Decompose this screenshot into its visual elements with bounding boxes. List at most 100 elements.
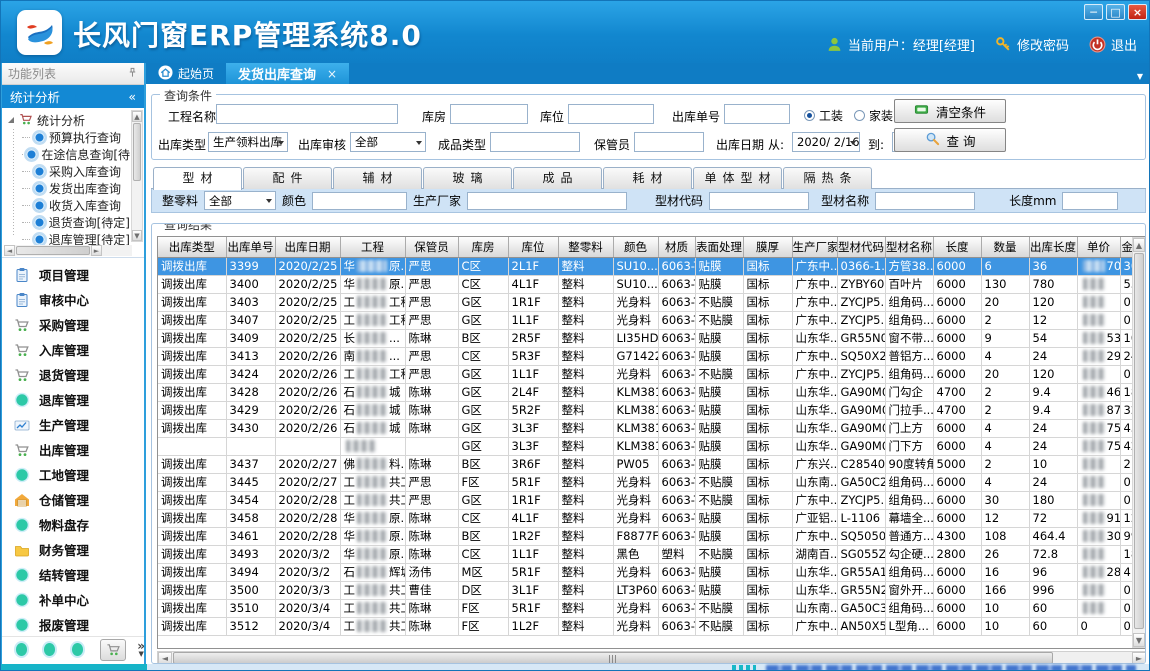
table-row[interactable]: 调拨出库35122020/3/4工共工程陈琳F区1L2F整料光身料6063-T5… — [158, 617, 1132, 635]
circle-icon[interactable] — [44, 643, 55, 656]
length-input[interactable] — [1062, 192, 1118, 210]
tab-shipment-outbound-query[interactable]: 发货出库查询 × — [226, 63, 349, 84]
sidebar-item-退库管理[interactable]: 退库管理 — [2, 387, 144, 412]
sidebar-item-出库管理[interactable]: 出库管理 — [2, 437, 144, 462]
col-color[interactable]: 颜色 — [613, 237, 658, 257]
table-row[interactable]: 调拨出库34132020/2/26南...严思C区5R3F整料G71422606… — [158, 347, 1132, 365]
sidebar-item-入库管理[interactable]: 入库管理 — [2, 337, 144, 362]
table-row[interactable]: 调拨出库34582020/2/28华原...陈琳C区4L1F整料光身料6063-… — [158, 509, 1132, 527]
table-row[interactable]: 调拨出库34452020/2/27工共工程严思F区5R1F整料光身料6063-T… — [158, 473, 1132, 491]
tree-horizontal-scrollbar[interactable]: ◄ ► — [4, 245, 132, 256]
scroll-right-icon[interactable]: ► — [91, 245, 102, 256]
circle-icon[interactable] — [16, 643, 27, 656]
col-keeper[interactable]: 保管员 — [405, 237, 458, 257]
tab-list-dropdown-icon[interactable]: ▼ — [1137, 72, 1143, 81]
col-warehouse[interactable]: 库房 — [458, 237, 508, 257]
tree-vertical-scrollbar[interactable]: ▲ ▼ — [131, 110, 143, 242]
profile-code-input[interactable] — [709, 192, 809, 210]
sidebar-item-补单中心[interactable]: 补单中心 — [2, 587, 144, 612]
scroll-left-icon[interactable]: ◄ — [4, 245, 15, 256]
material-tab-隔热条[interactable]: 隔热条 — [783, 167, 872, 189]
scroll-left-icon[interactable]: ◄ — [158, 652, 172, 664]
tree-item-在途信息查询[待[interactable]: 在途信息查询[待 — [22, 146, 130, 163]
change-password-button[interactable]: 修改密码 — [995, 35, 1069, 54]
col-material[interactable]: 材质 — [658, 237, 695, 257]
tree-item-发货出库查询[interactable]: 发货出库查询 — [22, 180, 130, 197]
table-row[interactable]: G区3L3F整料KLM38176063-T5贴膜国标山东华...GA90M09.… — [158, 437, 1132, 455]
table-row[interactable]: 调拨出库34092020/2/25长...陈琳B区2R5F整料LI35HD606… — [158, 329, 1132, 347]
sidebar-item-项目管理[interactable]: 项目管理 — [2, 262, 144, 287]
col-whole-part[interactable]: 整零料 — [558, 237, 613, 257]
col-manufacturer[interactable]: 生产厂家 — [792, 237, 837, 257]
material-tab-型材[interactable]: 型材 — [153, 167, 242, 190]
out-type-combo[interactable]: 生产领料出库 — [208, 132, 288, 152]
sidebar-item-财务管理[interactable]: 财务管理 — [2, 537, 144, 562]
audit-combo[interactable]: 全部 — [350, 132, 426, 152]
close-button[interactable]: × — [1128, 4, 1147, 20]
table-row[interactable]: 调拨出库35102020/3/4工共工程陈琳F区5R1F整料光身料6063-T5… — [158, 599, 1132, 617]
col-amount[interactable]: 金额 — [1120, 237, 1132, 257]
sidebar-item-采购管理[interactable]: 采购管理 — [2, 312, 144, 337]
table-row[interactable]: 调拨出库34942020/3/2石辉城汤伟M区5R1F整料光身料6063-T5贴… — [158, 563, 1132, 581]
table-row[interactable]: 调拨出库35002020/3/3工共工程曹佳D区3L1F整料LT3P606063… — [158, 581, 1132, 599]
minimize-button[interactable]: ─ — [1084, 4, 1103, 20]
tree-item-采购入库查询[interactable]: 采购入库查询 — [22, 163, 130, 180]
sidebar-item-工地管理[interactable]: 工地管理 — [2, 462, 144, 487]
sidebar-item-结转管理[interactable]: 结转管理 — [2, 562, 144, 587]
tray-cart-button[interactable] — [100, 639, 126, 661]
scroll-up-icon[interactable]: ▲ — [1133, 238, 1145, 252]
col-out-date[interactable]: 出库日期 — [275, 237, 340, 257]
table-row[interactable]: 调拨出库34302020/2/26石城陈琳G区3L3F整料KLM38176063… — [158, 419, 1132, 437]
col-project[interactable]: 工程 — [340, 237, 405, 257]
product-type-input[interactable] — [490, 132, 580, 152]
radio-jiazhuang[interactable]: 家装 — [854, 107, 893, 124]
table-row[interactable]: 调拨出库34612020/2/28华原...陈琳B区1R2F整料F8877FT6… — [158, 527, 1132, 545]
material-tab-成品[interactable]: 成品 — [513, 167, 602, 189]
scroll-down-icon[interactable]: ▼ — [132, 230, 142, 241]
col-out-type[interactable]: 出库类型 — [158, 237, 226, 257]
location-input[interactable] — [568, 104, 654, 124]
col-out-length[interactable]: 出库长度 — [1029, 237, 1077, 257]
col-unit-price[interactable]: 单价 — [1077, 237, 1120, 257]
date-from-picker[interactable]: 2020/ 2/16 — [792, 132, 860, 152]
section-header-statistics[interactable]: 统计分析 « — [2, 85, 144, 108]
tab-close-icon[interactable]: × — [327, 67, 337, 81]
sidebar-item-生产管理[interactable]: 生产管理 — [2, 412, 144, 437]
table-row[interactable]: 调拨出库34072020/2/25工工程严思G区1L1F整料光身料6063-T5… — [158, 311, 1132, 329]
whole-part-combo[interactable]: 全部 — [204, 191, 276, 210]
col-location[interactable]: 库位 — [508, 237, 558, 257]
col-profile-code[interactable]: 型材代码 — [837, 237, 885, 257]
table-row[interactable]: 调拨出库34932020/3/2华原...陈琳C区1L1F整料黑色塑料不贴膜国标… — [158, 545, 1132, 563]
table-row[interactable]: 调拨出库33992020/2/25华原...严思C区2L1F整料SU10...6… — [158, 257, 1132, 275]
project-name-input[interactable] — [216, 104, 398, 124]
table-row[interactable]: 调拨出库34542020/2/28工共工程严思G区1R1F整料光身料6063-T… — [158, 491, 1132, 509]
sidebar-item-仓储管理[interactable]: 仓储管理 — [2, 487, 144, 512]
search-button[interactable]: 查 询 — [894, 128, 1006, 152]
tree-item-退货查询[待定][interactable]: 退货查询[待定] — [22, 214, 130, 231]
col-out-no[interactable]: 出库单号 — [226, 237, 275, 257]
logout-button[interactable]: 退出 — [1089, 35, 1137, 54]
col-length[interactable]: 长度 — [933, 237, 981, 257]
manufacturer-input[interactable] — [467, 192, 627, 210]
radio-gongzhuang[interactable]: 工装 — [804, 107, 843, 124]
scroll-up-icon[interactable]: ▲ — [132, 111, 142, 122]
material-tab-单体型材[interactable]: 单体型材 — [693, 167, 782, 189]
table-row[interactable]: 调拨出库34372020/2/27佛料...陈琳B区3R6F整料PW056063… — [158, 455, 1132, 473]
tree-root-statistics[interactable]: 统计分析 — [8, 111, 130, 129]
collapse-icon[interactable]: « — [128, 89, 136, 104]
color-input[interactable] — [312, 192, 407, 210]
sidebar-item-报废管理[interactable]: 报废管理 — [2, 612, 144, 637]
scroll-right-icon[interactable]: ► — [1132, 652, 1146, 664]
warehouse-input[interactable] — [450, 104, 528, 124]
tab-home[interactable]: 起始页 — [146, 63, 226, 84]
table-row[interactable]: 调拨出库34032020/2/25工工程严思G区1R1F整料光身料6063-T5… — [158, 293, 1132, 311]
sidebar-item-物料盘存[interactable]: 物料盘存 — [2, 512, 144, 537]
grid-horizontal-scrollbar[interactable]: ◄ ► — [157, 651, 1146, 664]
tree-item-收货入库查询[interactable]: 收货入库查询 — [22, 197, 130, 214]
col-quantity[interactable]: 数量 — [981, 237, 1029, 257]
sidebar-item-退货管理[interactable]: 退货管理 — [2, 362, 144, 387]
scroll-down-icon[interactable]: ▼ — [1133, 633, 1145, 647]
col-film[interactable]: 膜厚 — [743, 237, 792, 257]
table-row[interactable]: 调拨出库34282020/2/26石城陈琳G区2L4F整料KLM38176063… — [158, 383, 1132, 401]
material-tab-耗材[interactable]: 耗材 — [603, 167, 692, 189]
